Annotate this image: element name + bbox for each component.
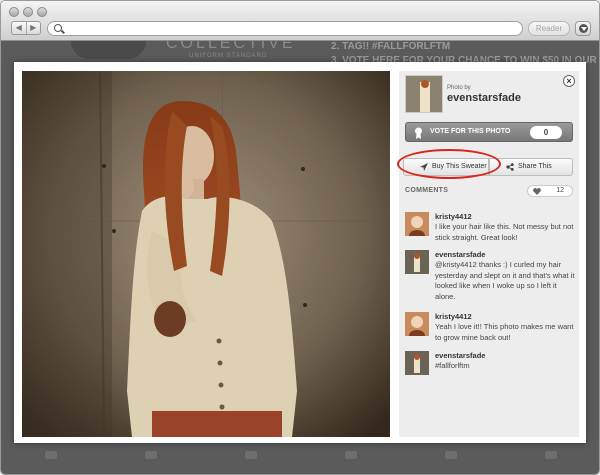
avatar-image — [405, 250, 429, 274]
comment-username[interactable]: evenstarsfade — [435, 351, 485, 360]
browser-toolbar: ◀ ▶ Reader — [1, 1, 599, 41]
likes-button[interactable]: 12 — [527, 185, 573, 197]
comment-username[interactable]: kristy4412 — [435, 312, 472, 321]
comments-heading: COMMENTS — [405, 187, 449, 194]
minimize-window-button[interactable] — [23, 7, 33, 17]
photo-lightbox: × Photo by evenstarsfade VOTE FOR THIS P… — [14, 62, 586, 443]
avatar-image — [405, 312, 429, 336]
site-brand: COLLECTIVE — [166, 41, 296, 52]
comment-text: #fallforlftm — [435, 361, 470, 370]
comment-item: evenstarsfade #fallforlftm — [405, 351, 575, 377]
woman-in-cardigan-photo — [22, 71, 390, 437]
address-bar[interactable] — [47, 21, 523, 36]
comment-item: evenstarsfade @kristy4412 thanks :) I cu… — [405, 250, 575, 304]
action-buttons: Buy This Sweater Share This — [397, 149, 579, 179]
photo-sidebar: × Photo by evenstarsfade VOTE FOR THIS P… — [397, 71, 579, 437]
ribbon-icon — [415, 127, 422, 139]
comment-item: kristy4412 Yeah I love it!! This photo m… — [405, 312, 575, 344]
vote-label: VOTE FOR THIS PHOTO — [430, 128, 511, 135]
avatar[interactable] — [405, 312, 429, 336]
avatar[interactable] — [405, 212, 429, 236]
background-thumbnail-row — [1, 445, 599, 465]
share-label: Share This — [518, 163, 552, 170]
avatar[interactable] — [405, 351, 429, 375]
comment-text: Yeah I love it!! This photo makes me wan… — [435, 322, 574, 342]
heart-icon — [545, 451, 557, 459]
promo-line-1: 2. TAG!! #FALLFORLFTM — [331, 41, 451, 52]
photographer-username[interactable]: evenstarsfade — [447, 92, 521, 104]
comment-username[interactable]: evenstarsfade — [435, 250, 485, 259]
vote-icon — [445, 451, 457, 459]
likes-count: 12 — [556, 187, 564, 194]
browser-window: ◀ ▶ Reader COLLECTIVE UNIFORM STANDARD 2… — [0, 0, 600, 475]
zoom-window-button[interactable] — [37, 7, 47, 17]
avatar-image — [405, 351, 429, 375]
site-logo — [71, 41, 146, 59]
web-page: COLLECTIVE UNIFORM STANDARD 2. TAG!! #FA… — [1, 41, 599, 474]
share-this-button[interactable]: Share This — [489, 158, 573, 176]
share-icon — [506, 163, 514, 171]
back-button[interactable]: ◀ — [12, 22, 27, 34]
buy-this-sweater-button[interactable]: Buy This Sweater — [403, 158, 489, 176]
comment-item: kristy4412 I like your hair like this. N… — [405, 212, 575, 244]
close-icon[interactable]: × — [563, 75, 575, 87]
reader-button[interactable]: Reader — [528, 21, 570, 36]
location-arrow-icon — [420, 163, 428, 171]
search-icon — [54, 24, 62, 32]
heart-icon — [345, 451, 357, 459]
avatar[interactable] — [405, 250, 429, 274]
avatar-image — [405, 212, 429, 236]
downloads-icon[interactable] — [575, 21, 591, 36]
close-window-button[interactable] — [9, 7, 19, 17]
comment-username[interactable]: kristy4412 — [435, 212, 472, 221]
vote-count: 0 — [530, 126, 562, 139]
heart-icon — [145, 451, 157, 459]
comment-text: I like your hair like this. Not messy bu… — [435, 222, 574, 242]
photo-by-label: Photo by — [447, 85, 471, 91]
site-brand-sub: UNIFORM STANDARD — [189, 53, 268, 59]
vote-icon — [45, 451, 57, 459]
heart-icon — [533, 188, 541, 195]
back-forward-buttons[interactable]: ◀ ▶ — [11, 21, 41, 35]
vote-icon — [245, 451, 257, 459]
photo-thumbnail[interactable] — [405, 75, 443, 113]
forward-button[interactable]: ▶ — [27, 22, 41, 34]
comment-text: @kristy4412 thanks :) I curled my hair y… — [435, 260, 575, 301]
main-photo[interactable] — [22, 71, 390, 437]
thumbnail-image — [406, 76, 442, 112]
vote-button[interactable]: VOTE FOR THIS PHOTO 0 — [405, 122, 573, 142]
buy-label: Buy This Sweater — [432, 163, 487, 170]
